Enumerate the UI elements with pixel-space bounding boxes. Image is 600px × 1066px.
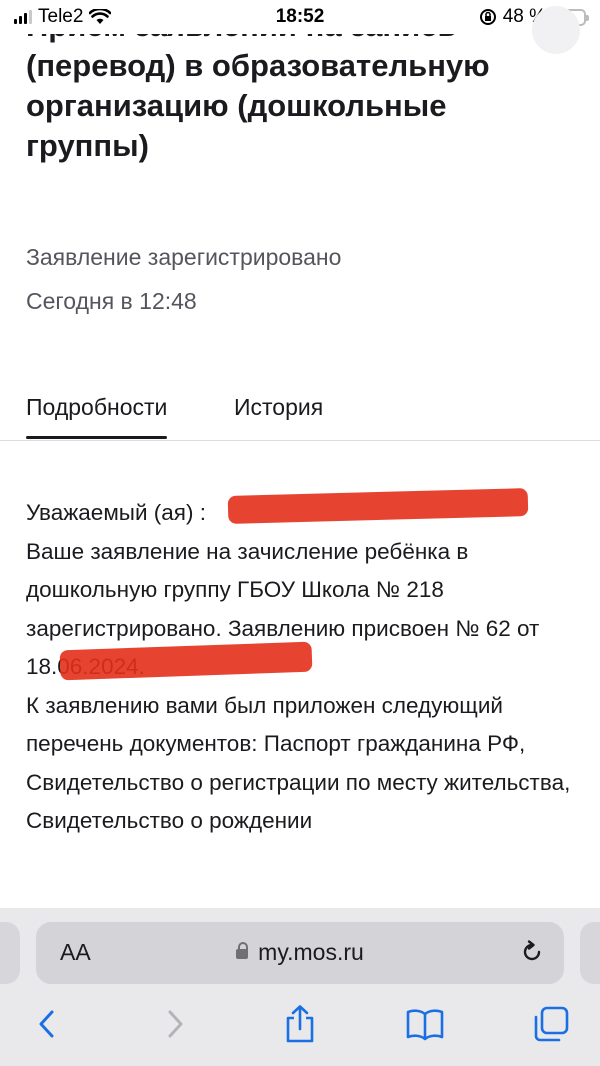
carrier-name: Tele2	[38, 6, 84, 27]
tab-details[interactable]: Подробности	[26, 394, 168, 439]
forward-button[interactable]	[150, 1002, 200, 1046]
book-icon	[406, 1009, 444, 1041]
share-button[interactable]	[275, 1002, 325, 1046]
tabs-icon	[534, 1006, 569, 1042]
wifi-icon	[89, 9, 112, 24]
bookmarks-button[interactable]	[400, 1002, 450, 1046]
address-bar[interactable]: AA my.mos.ru	[36, 922, 564, 984]
url-text: my.mos.ru	[258, 939, 364, 965]
clock: 18:52	[275, 6, 325, 27]
browser-url-area: AA my.mos.ru	[0, 908, 600, 990]
status-bar: Tele2 18:52 48 %	[0, 0, 600, 34]
close-button[interactable]	[532, 6, 580, 54]
application-date: Сегодня в 12:48	[26, 288, 197, 314]
orientation-lock-icon	[479, 9, 496, 25]
reload-icon[interactable]	[518, 938, 546, 966]
previous-tab-pill[interactable]	[0, 922, 20, 984]
next-tab-pill[interactable]	[580, 922, 600, 984]
chevron-left-icon	[39, 1010, 54, 1038]
application-status: Заявление зарегистрировано	[26, 244, 342, 270]
share-icon	[286, 1005, 314, 1043]
tabs-button[interactable]	[526, 1002, 576, 1046]
back-button[interactable]	[22, 1002, 72, 1046]
browser-toolbar	[0, 990, 600, 1066]
chevron-right-icon	[168, 1010, 183, 1038]
status-left: Tele2	[14, 6, 112, 28]
url-display[interactable]: my.mos.ru	[36, 939, 564, 966]
tab-history[interactable]: История	[234, 394, 323, 421]
lock-icon	[236, 942, 249, 959]
signal-icon	[14, 10, 32, 24]
tab-bar: Подробности История	[0, 376, 600, 441]
